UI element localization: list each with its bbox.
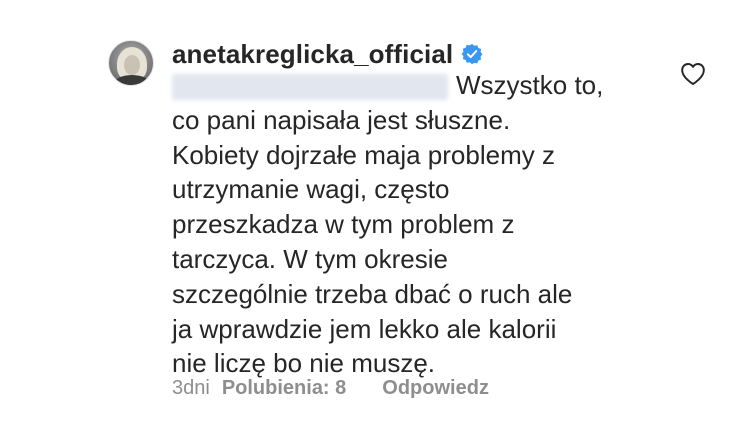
avatar-body <box>113 75 151 85</box>
avatar-face <box>124 55 140 75</box>
comment-text-line-7: szczególnie trzeba dbać o ruch ale <box>172 278 573 309</box>
comment-text-line-1: Wszystko to, <box>456 70 604 100</box>
comment-text-line-2: co pani napisała jest słuszne. <box>172 104 511 135</box>
comment-meta: 3dni Polubienia: 8 Odpowiedz <box>172 374 489 402</box>
comment-timestamp[interactable]: 3dni <box>172 377 210 400</box>
reply-button[interactable]: Odpowiedz <box>382 377 489 400</box>
comment-text-line-5: przeszkadza w tym problem z <box>172 209 515 240</box>
comment-text-line-8: ja wprawdzie jem lekko ale kalorii <box>172 313 557 344</box>
comment-text-line: Wszystko to, <box>172 68 652 103</box>
likes-count-button[interactable]: Polubienia: 8 <box>222 377 346 400</box>
comment-text-line-6: tarczyca. W tym okresie <box>172 243 448 274</box>
username[interactable]: anetakreglicka_official <box>172 39 453 70</box>
comment-text: Wszystko to, co pani napisała jest słusz… <box>172 68 652 381</box>
avatar[interactable] <box>108 40 154 86</box>
comment: anetakreglicka_official Wszystko to, co … <box>0 0 750 442</box>
verified-badge-icon <box>461 43 483 65</box>
comment-text-line-4: utrzymanie wagi, często <box>172 174 450 205</box>
heart-outline-icon[interactable] <box>680 62 706 86</box>
comment-text-line-3: Kobiety dojrzałe maja problemy z <box>172 139 555 170</box>
redacted-mention[interactable] <box>172 74 448 101</box>
username-row: anetakreglicka_official <box>172 36 483 72</box>
